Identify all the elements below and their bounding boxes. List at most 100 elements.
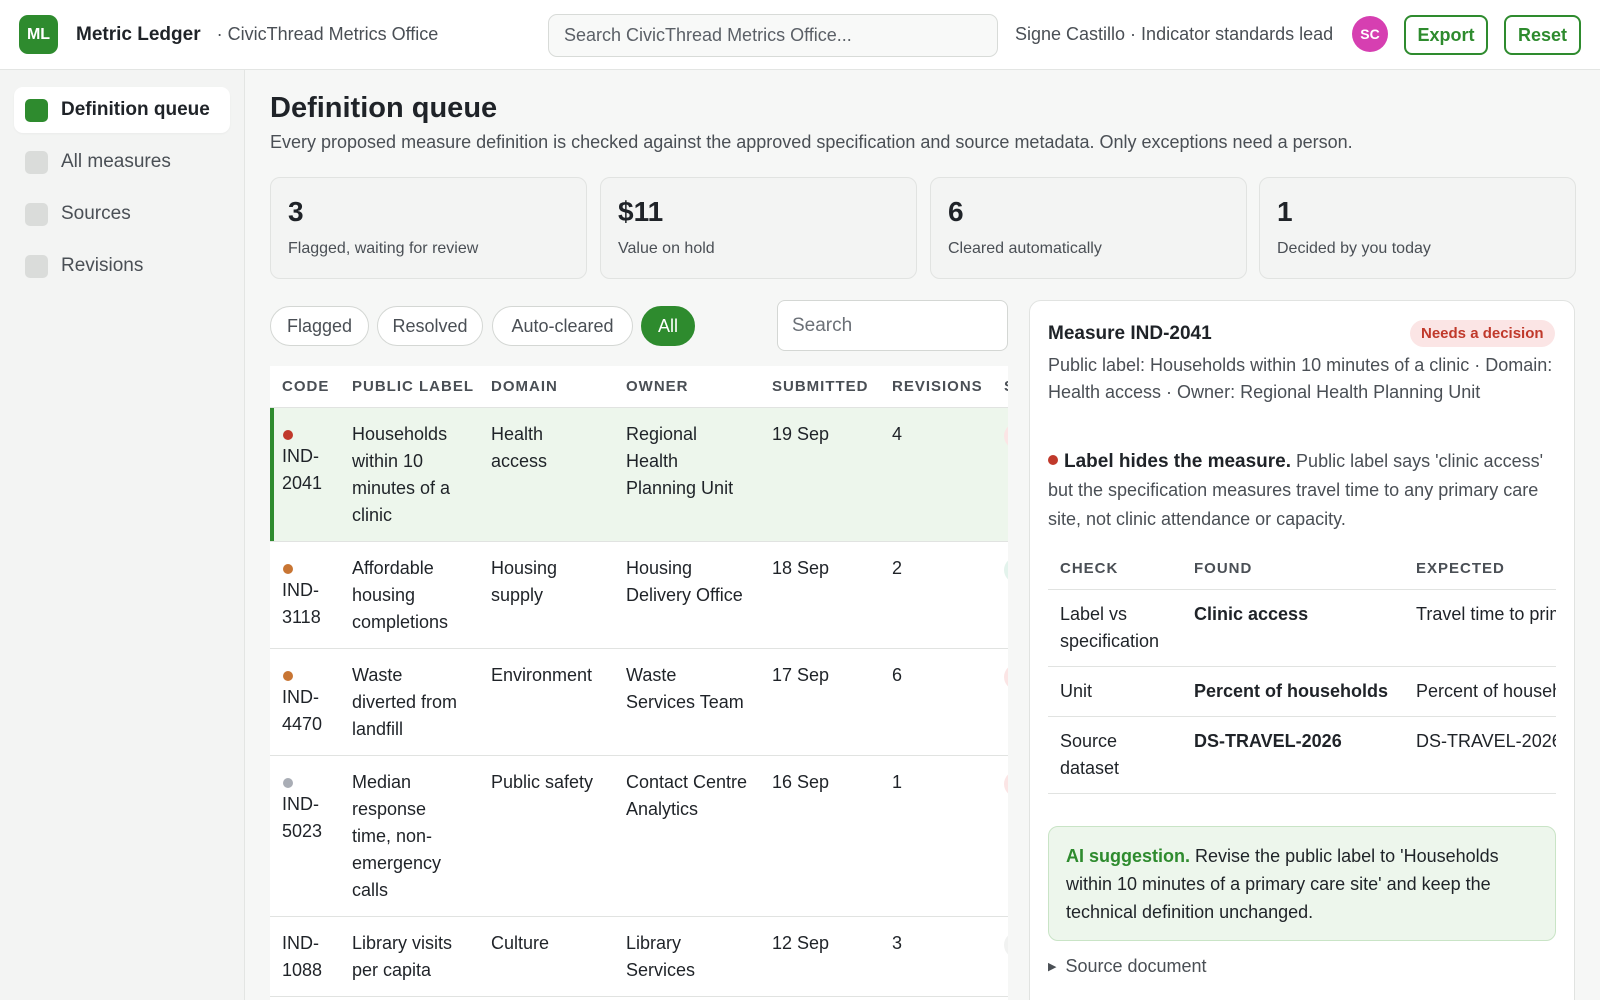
cell-owner-text: Library Services bbox=[626, 932, 696, 980]
table-row[interactable]: IND-4470 Waste diverted from landfill Envi… bbox=[270, 648, 1008, 756]
cell-revisions: 3 bbox=[880, 916, 992, 997]
check-name: Source dataset bbox=[1048, 716, 1182, 794]
cell-status bbox=[992, 916, 1008, 997]
cell-submitted-text: 12 Sep bbox=[772, 932, 830, 953]
cell-domain: Environment bbox=[479, 648, 614, 756]
avatar[interactable]: SC bbox=[1352, 16, 1388, 52]
cell-domain: Health access bbox=[479, 407, 614, 542]
cell-public-label: Affordable housing completions bbox=[340, 541, 479, 649]
detail-panel: Measure IND-2041 Needs a decision Public… bbox=[1029, 300, 1575, 1000]
table-row[interactable]: IND-5023 Median response time, non-emerge… bbox=[270, 755, 1008, 917]
sidebar-item-definition-queue[interactable]: Definition queue bbox=[14, 87, 230, 133]
check-found: DS-TRAVEL-2026 bbox=[1182, 716, 1404, 794]
cell-submitted: 17 Sep bbox=[760, 648, 880, 756]
cell-public-label: Waste diverted from landfill bbox=[340, 648, 479, 756]
column-header-submitted[interactable]: SUBMITTED bbox=[760, 366, 880, 408]
column-header-public-label[interactable]: PUBLIC LABEL bbox=[340, 366, 479, 408]
app-logo: ML bbox=[19, 15, 58, 54]
cell-code-text: IND-5023 bbox=[282, 793, 323, 841]
stat-value: 1 bbox=[1277, 196, 1293, 227]
filter-chip-auto-cleared[interactable]: Auto-cleared bbox=[492, 306, 633, 346]
column-header-revisions[interactable]: REVISIONS bbox=[880, 366, 992, 408]
check-row: Unit Percent of households Percent of ho… bbox=[1048, 666, 1556, 717]
cell-owner-text: Waste Services Team bbox=[626, 664, 744, 712]
cell-revisions: 6 bbox=[880, 648, 992, 756]
cell-domain-text: Public safety bbox=[491, 771, 594, 792]
cell-code: IND-1088 bbox=[270, 916, 340, 997]
column-header-domain[interactable]: DOMAIN bbox=[479, 366, 614, 408]
check-name: Label vs specification bbox=[1048, 589, 1182, 667]
cell-status bbox=[992, 755, 1008, 917]
check-expected: Percent of households bbox=[1404, 666, 1556, 717]
global-search-input[interactable]: Search CivicThread Metrics Office... bbox=[548, 14, 998, 57]
cell-submitted: 19 Sep bbox=[760, 407, 880, 542]
cell-revisions: 2 bbox=[880, 541, 992, 649]
disclosure-triangle-icon: ▶ bbox=[1048, 961, 1057, 973]
cell-owner: Regional Health Planning Unit bbox=[614, 407, 760, 542]
column-header-owner[interactable]: OWNER bbox=[614, 366, 760, 408]
column-header-status[interactable]: STATUS bbox=[992, 366, 1008, 408]
table-search-input[interactable]: Search bbox=[777, 300, 1008, 351]
table-row[interactable]: IND-2041 Households within 10 minutes of … bbox=[270, 407, 1008, 542]
cell-domain-text: Health access bbox=[491, 423, 548, 471]
cell-public-label-text: Affordable housing completions bbox=[352, 557, 449, 632]
cell-public-label-text: Households within 10 minutes of a clinic bbox=[352, 423, 451, 525]
detail-meta: Public label: Households within 10 minut… bbox=[1048, 355, 1553, 402]
cell-revisions-text: 4 bbox=[892, 423, 903, 444]
cell-owner-text: Contact Centre Analytics bbox=[626, 771, 748, 819]
check-expected: Travel time to primary care site bbox=[1404, 589, 1556, 667]
org-name: · CivicThread Metrics Office bbox=[216, 24, 439, 44]
sidebar-item-label: Sources bbox=[61, 203, 131, 224]
checks-table-container: CHECK FOUND EXPECTED Label vs specificat… bbox=[1048, 549, 1556, 794]
filter-chip-all[interactable]: All bbox=[641, 306, 695, 346]
cell-submitted-text: 18 Sep bbox=[772, 557, 830, 578]
check-row: Label vs specification Clinic access Tra… bbox=[1048, 589, 1556, 667]
cell-public-label-text: Median response time, non-emergency call… bbox=[352, 771, 442, 900]
table-row[interactable]: IND-3118 Affordable housing completions Ho… bbox=[270, 541, 1008, 649]
stat-value: $11 bbox=[618, 196, 664, 227]
sidebar: Definition queue All measures Sources Re… bbox=[0, 70, 245, 1000]
sidebar-item-all-measures[interactable]: All measures bbox=[14, 139, 230, 185]
check-name: Unit bbox=[1048, 666, 1182, 717]
cell-public-label-text: Library visits per capita bbox=[352, 932, 453, 980]
severity-dot-icon bbox=[1048, 455, 1058, 465]
status-dot-icon bbox=[283, 429, 293, 440]
cell-public-label-text: Waste diverted from landfill bbox=[352, 664, 458, 739]
checks-table: CHECK FOUND EXPECTED Label vs specificat… bbox=[1048, 549, 1556, 794]
export-button[interactable]: Export bbox=[1404, 15, 1488, 55]
status-pill bbox=[1004, 770, 1008, 797]
page-subtitle: Every proposed measure definition is che… bbox=[270, 132, 1353, 152]
ai-suggestion-label: AI suggestion. bbox=[1066, 846, 1191, 866]
sidebar-item-label: Definition queue bbox=[61, 99, 210, 120]
cell-public-label: Median response time, non-emergency call… bbox=[340, 755, 479, 917]
cell-public-label: Library visits per capita bbox=[340, 916, 479, 997]
cell-owner-text: Housing Delivery Office bbox=[626, 557, 743, 605]
filter-chip-flagged[interactable]: Flagged bbox=[270, 306, 369, 346]
measures-icon bbox=[25, 150, 48, 174]
column-header-code[interactable]: CODE bbox=[270, 366, 340, 408]
cell-owner: Waste Services Team bbox=[614, 648, 760, 756]
check-expected: DS-TRAVEL-2026 bbox=[1404, 716, 1556, 794]
stat-value: 6 bbox=[948, 196, 964, 227]
finding: Label hides the measure. Public label sa… bbox=[1048, 447, 1556, 534]
cell-revisions-text: 1 bbox=[892, 771, 903, 792]
cell-owner: Housing Delivery Office bbox=[614, 541, 760, 649]
sidebar-item-revisions[interactable]: Revisions bbox=[14, 243, 230, 289]
table-header-row: CODE PUBLIC LABEL DOMAIN OWNER SUBMITTED… bbox=[270, 366, 1008, 408]
sidebar-item-sources[interactable]: Sources bbox=[14, 191, 230, 237]
top-bar: ML Metric Ledger · CivicThread Metrics O… bbox=[0, 0, 1600, 70]
source-document-toggle[interactable]: ▶ Source document bbox=[1048, 956, 1207, 977]
filter-chip-resolved[interactable]: Resolved bbox=[377, 306, 483, 346]
stat-label: Cleared automatically bbox=[948, 240, 1102, 257]
table-row[interactable]: IND-1088 Library visits per capita Culture… bbox=[270, 916, 1008, 997]
cell-code-text: IND-1088 bbox=[282, 932, 323, 980]
cell-submitted-text: 19 Sep bbox=[772, 423, 830, 444]
cell-submitted: 12 Sep bbox=[760, 916, 880, 997]
cell-revisions-text: 2 bbox=[892, 557, 903, 578]
column-header-check: CHECK bbox=[1048, 549, 1182, 590]
status-badge: Needs a decision bbox=[1410, 320, 1555, 347]
reset-button[interactable]: Reset bbox=[1504, 15, 1581, 55]
status-dot-icon bbox=[283, 563, 293, 574]
status-dot-icon bbox=[283, 670, 293, 681]
stat-value: 3 bbox=[288, 196, 304, 227]
